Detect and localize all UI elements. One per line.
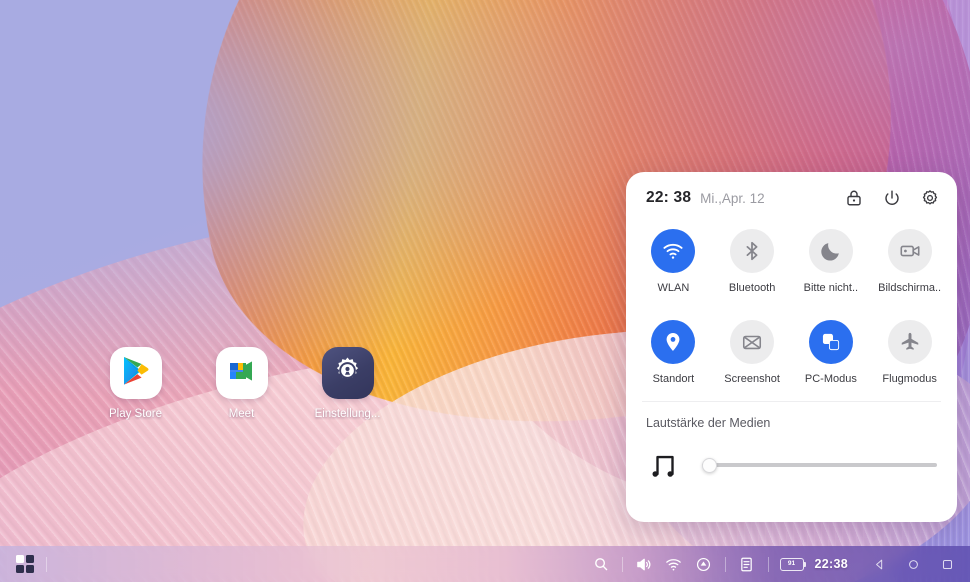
music-note-icon bbox=[650, 450, 680, 480]
desktop-icon-play-store[interactable]: Play Store bbox=[96, 347, 175, 420]
quick-settings-date: Mi.,Apr. 12 bbox=[700, 190, 765, 206]
desktop-icon-meet[interactable]: Meet bbox=[202, 347, 281, 420]
tile-label: Flugmodus bbox=[882, 373, 937, 385]
notes-icon[interactable] bbox=[732, 549, 762, 579]
quick-settings-row-2: Standort Screenshot PC-Modus Flugmodus bbox=[634, 312, 949, 385]
tile-label: Bluetooth bbox=[728, 282, 776, 294]
tile-label: Bitte nicht.. bbox=[803, 282, 859, 294]
tile-do-not-disturb[interactable]: Bitte nicht.. bbox=[792, 221, 871, 294]
volume-icon[interactable] bbox=[629, 549, 659, 579]
wifi-icon[interactable] bbox=[651, 229, 696, 273]
taskbar-right: 91 22:38 bbox=[586, 549, 970, 579]
nav-home-icon[interactable] bbox=[898, 549, 928, 579]
all-apps-grid-icon[interactable] bbox=[10, 549, 40, 579]
settings-tile[interactable] bbox=[321, 347, 374, 399]
taskbar-separator bbox=[767, 556, 769, 572]
quick-settings-clock: 22: 38 bbox=[646, 189, 692, 206]
tile-standort[interactable]: Standort bbox=[634, 312, 713, 385]
navigation-bar bbox=[864, 549, 962, 579]
quick-settings-tiles: WLAN Bluetooth Bitte nicht.. Bildschirma… bbox=[626, 207, 957, 385]
quick-settings-header: 22: 38 Mi.,Apr. 12 bbox=[626, 172, 957, 207]
airplane-icon[interactable] bbox=[887, 320, 932, 364]
meet-tile[interactable] bbox=[215, 347, 268, 399]
tile-screenshot[interactable]: Screenshot bbox=[713, 312, 792, 385]
taskbar-separator bbox=[46, 556, 47, 572]
tile-wlan[interactable]: WLAN bbox=[634, 221, 713, 294]
nav-recents-icon[interactable] bbox=[932, 549, 962, 579]
tile-bluetooth[interactable]: Bluetooth bbox=[713, 221, 792, 294]
desktop-icon-label: Meet bbox=[228, 408, 255, 420]
battery-glyph: 91 bbox=[779, 557, 807, 571]
tile-label: WLAN bbox=[657, 282, 690, 294]
tile-flugmodus[interactable]: Flugmodus bbox=[870, 312, 949, 385]
slider-track[interactable] bbox=[702, 463, 937, 467]
pc-mode-windows-icon[interactable] bbox=[808, 320, 853, 364]
play-store-icon bbox=[121, 355, 151, 392]
location-pin-icon[interactable] bbox=[651, 320, 696, 364]
do-not-disturb-moon-icon[interactable] bbox=[808, 229, 853, 273]
tile-pc-modus[interactable]: PC-Modus bbox=[792, 312, 871, 385]
search-icon[interactable] bbox=[586, 549, 616, 579]
media-volume-row bbox=[646, 450, 937, 480]
media-volume-title: Lautstärke der Medien bbox=[646, 416, 771, 430]
battery-level-text: 91 bbox=[787, 559, 796, 567]
desktop-screen: Play Store Meet Einstellung... 22: 38 Mi… bbox=[0, 0, 970, 582]
battery-status-icon[interactable]: 91 bbox=[775, 549, 809, 579]
lock-icon[interactable] bbox=[845, 189, 863, 207]
quick-settings-row-1: WLAN Bluetooth Bitte nicht.. Bildschirma… bbox=[634, 221, 949, 294]
gear-icon[interactable] bbox=[921, 189, 939, 207]
screenshot-icon[interactable] bbox=[730, 320, 775, 364]
desktop-icon-label: Play Store bbox=[108, 408, 163, 420]
quick-settings-header-actions bbox=[845, 189, 939, 207]
tile-screen-recording[interactable]: Bildschirma.. bbox=[870, 221, 949, 294]
taskbar-separator bbox=[621, 556, 623, 572]
tile-label: Bildschirma.. bbox=[878, 282, 942, 294]
power-icon[interactable] bbox=[883, 189, 901, 207]
desktop-icon-group: Play Store Meet Einstellung... bbox=[96, 347, 387, 420]
google-meet-icon bbox=[226, 357, 258, 390]
grid-glyph bbox=[16, 555, 34, 573]
media-volume-slider[interactable] bbox=[702, 456, 937, 474]
tile-label: Standort bbox=[652, 373, 695, 385]
nav-back-icon[interactable] bbox=[864, 549, 894, 579]
show-hidden-icons-icon[interactable] bbox=[689, 549, 719, 579]
slider-thumb[interactable] bbox=[702, 457, 717, 473]
taskbar-separator bbox=[724, 556, 726, 572]
tile-label: Screenshot bbox=[724, 373, 780, 385]
settings-gear-icon bbox=[332, 355, 363, 391]
desktop-icon-label: Einstellung... bbox=[314, 408, 381, 420]
media-volume-section: Lautstärke der Medien bbox=[626, 402, 957, 480]
desktop-icon-settings[interactable]: Einstellung... bbox=[308, 347, 387, 420]
tile-label: PC-Modus bbox=[804, 373, 857, 385]
taskbar-clock[interactable]: 22:38 bbox=[815, 557, 848, 571]
wifi-icon[interactable] bbox=[659, 549, 689, 579]
taskbar-left bbox=[0, 549, 53, 579]
quick-settings-panel: 22: 38 Mi.,Apr. 12 WLAN Bluetooth Bitte … bbox=[626, 172, 957, 522]
taskbar: 91 22:38 bbox=[0, 546, 970, 582]
bluetooth-icon[interactable] bbox=[730, 229, 775, 273]
play-store-tile[interactable] bbox=[109, 347, 162, 399]
screen-record-camera-icon[interactable] bbox=[887, 229, 932, 273]
